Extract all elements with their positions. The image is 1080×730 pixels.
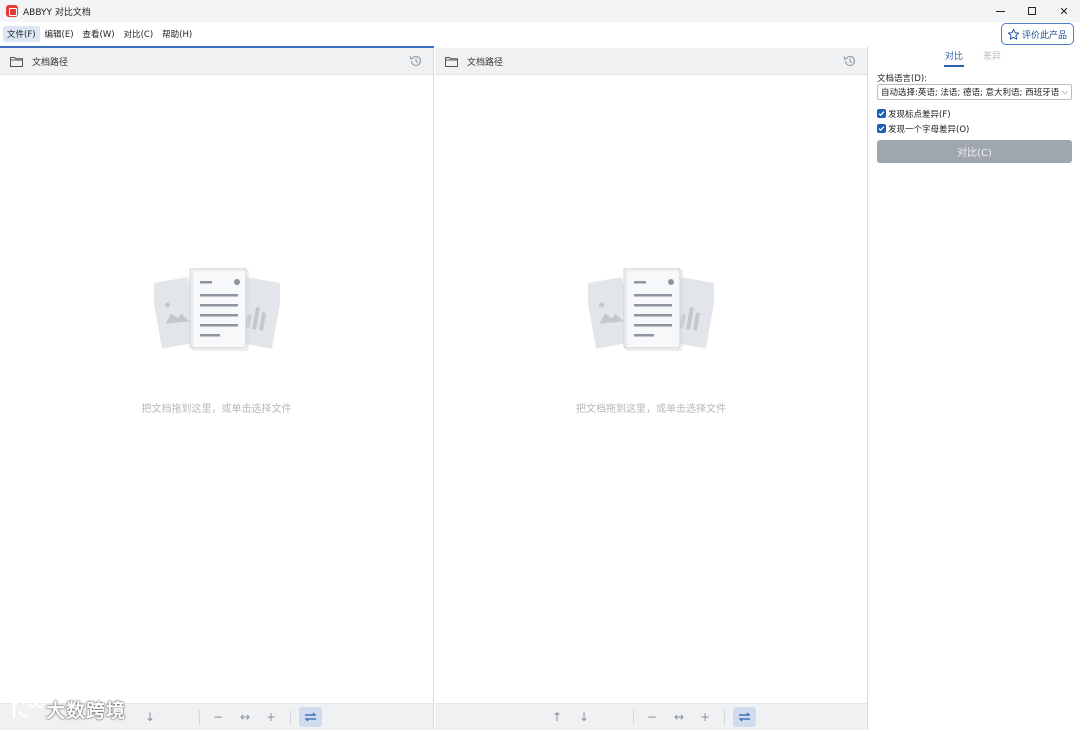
fit-width-icon: ↔ [673, 710, 685, 724]
zoom-out-button[interactable]: − [209, 708, 227, 726]
left-path-label: 文档路径 [32, 57, 69, 68]
previous-difference-button[interactable]: ↑ [548, 708, 566, 726]
documents-illustration[interactable] [154, 268, 280, 354]
arrow-down-icon: ↓ [578, 710, 590, 724]
fit-width-button[interactable]: ↔ [236, 708, 254, 726]
sync-scroll-button[interactable] [733, 707, 756, 727]
left-document-pane[interactable]: 文档路径 把文档拖到这里，或单击选择文件 ↓ − ↔ + [0, 46, 434, 730]
history-icon[interactable] [409, 54, 423, 68]
menu-bar: 文件(F) 编辑(E) 查看(W) 对比(C) 帮助(H) 评价此产品 [0, 22, 1080, 45]
right-drop-hint[interactable]: 把文档拖到这里，或单击选择文件 [435, 400, 867, 415]
punctuation-label: 发现标点差异(F) [888, 109, 951, 120]
watermark: 大数跨境 [8, 694, 126, 724]
menu-file[interactable]: 文件(F) [3, 25, 40, 42]
left-drop-hint[interactable]: 把文档拖到这里，或单击选择文件 [0, 400, 433, 415]
language-select[interactable]: 自动选择:英语; 法语; 德语; 意大利语; 西班牙语 ⌵ [877, 84, 1072, 100]
arrow-up-icon: ↑ [551, 710, 563, 724]
right-document-pane[interactable]: 文档路径 把文档拖到这里，或单击选择文件 ↑ ↓ − ↔ + [435, 46, 868, 730]
chevron-down-icon: ⌵ [1061, 87, 1068, 96]
fit-width-button[interactable]: ↔ [670, 708, 688, 726]
menu-help[interactable]: 帮助(H) [158, 26, 196, 42]
separator [290, 710, 291, 725]
maximize-icon [1028, 7, 1036, 15]
minimize-icon [995, 10, 1005, 12]
close-icon: ✕ [1059, 4, 1069, 18]
arrow-down-icon: ↓ [144, 710, 156, 724]
separator [633, 710, 634, 725]
panel-tabs: 对比 差异 [869, 46, 1080, 68]
menu-view[interactable]: 查看(W) [79, 26, 119, 42]
app-icon [6, 5, 18, 17]
sync-scroll-icon [304, 712, 317, 722]
sync-scroll-button[interactable] [299, 707, 322, 727]
language-label: 文档语言(D): [877, 74, 928, 84]
plus-icon: + [265, 710, 277, 724]
tab-compare[interactable]: 对比 [943, 49, 965, 67]
documents-illustration[interactable] [588, 268, 714, 354]
next-difference-button[interactable]: ↓ [141, 708, 159, 726]
folder-icon[interactable] [10, 56, 23, 67]
window-controls: ✕ [984, 0, 1080, 22]
separator [724, 710, 725, 725]
compare-settings-panel: 对比 差异 文档语言(D): 自动选择:英语; 法语; 德语; 意大利语; 西班… [869, 46, 1080, 730]
menu-edit[interactable]: 编辑(E) [41, 26, 78, 42]
minimize-button[interactable] [984, 0, 1016, 22]
minus-icon: − [212, 710, 224, 724]
language-value: 自动选择:英语; 法语; 德语; 意大利语; 西班牙语 [881, 88, 1060, 98]
watermark-logo-icon [12, 700, 44, 718]
punctuation-checkbox[interactable] [877, 109, 886, 118]
fit-width-icon: ↔ [239, 710, 251, 724]
zoom-out-button[interactable]: − [643, 708, 661, 726]
checkmark-icon [878, 111, 885, 117]
right-pane-header: 文档路径 [435, 48, 867, 75]
watermark-text: 大数跨境 [46, 699, 127, 722]
plus-icon: + [699, 710, 711, 724]
checkmark-icon [878, 126, 885, 132]
left-pane-header: 文档路径 [0, 48, 433, 75]
compare-button[interactable]: 对比(C) [877, 140, 1072, 163]
title-bar: ABBYY 对比文档 ✕ [0, 0, 1080, 22]
right-path-label: 文档路径 [467, 57, 504, 68]
single-letter-label: 发现一个字母差异(O) [888, 124, 970, 135]
next-difference-button[interactable]: ↓ [575, 708, 593, 726]
minus-icon: − [646, 710, 658, 724]
single-letter-option[interactable]: 发现一个字母差异(O) [877, 122, 969, 135]
close-button[interactable]: ✕ [1048, 0, 1080, 22]
zoom-in-button[interactable]: + [262, 708, 280, 726]
punctuation-option[interactable]: 发现标点差异(F) [877, 107, 951, 120]
sync-scroll-icon [738, 712, 751, 722]
rate-product-button[interactable]: 评价此产品 [1000, 23, 1074, 45]
history-icon[interactable] [843, 54, 857, 68]
star-icon [1007, 28, 1020, 40]
right-pane-toolbar: ↑ ↓ − ↔ + [435, 703, 867, 730]
tab-differences[interactable]: 差异 [983, 49, 1001, 62]
menu-compare[interactable]: 对比(C) [120, 26, 158, 42]
separator [199, 710, 200, 725]
maximize-button[interactable] [1016, 0, 1048, 22]
folder-icon[interactable] [445, 56, 458, 67]
single-letter-checkbox[interactable] [877, 124, 886, 133]
zoom-in-button[interactable]: + [696, 708, 714, 726]
window-title: ABBYY 对比文档 [23, 7, 91, 18]
rate-product-label: 评价此产品 [1021, 30, 1067, 41]
